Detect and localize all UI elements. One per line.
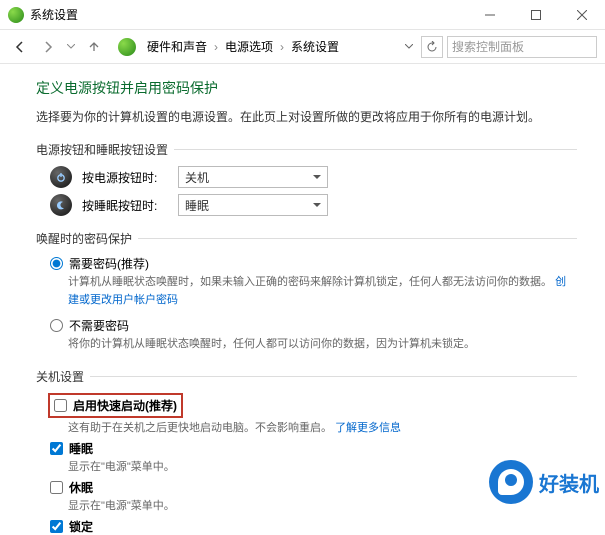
- breadcrumb-item[interactable]: 系统设置: [288, 36, 342, 57]
- wake-password-group: 唤醒时的密码保护 需要密码(推荐) 计算机从睡眠状态唤醒时，如果未输入正确的密码…: [36, 230, 577, 354]
- checkbox-label: 锁定: [69, 518, 93, 535]
- page-title: 定义电源按钮并启用密码保护: [36, 78, 577, 98]
- lock-checkbox[interactable]: [50, 520, 63, 533]
- radio-input[interactable]: [50, 319, 63, 332]
- minimize-button[interactable]: [467, 0, 513, 30]
- page-description: 选择要为你的计算机设置的电源设置。在此页上对设置所做的更改将应用于你所有的电源计…: [36, 108, 577, 125]
- watermark-logo-icon: [489, 460, 533, 504]
- nav-up-button[interactable]: [82, 35, 106, 59]
- hibernate-checkbox[interactable]: [50, 481, 63, 494]
- option-description: 计算机从睡眠状态唤醒时，如果未输入正确的密码来解除计算机锁定，任何人都无法访问你…: [68, 274, 577, 309]
- power-button-settings-group: 电源按钮和睡眠按钮设置 按电源按钮时: 关机 按睡眠按钮时: 睡眠: [36, 141, 577, 216]
- checkbox-label: 休眠: [69, 479, 93, 496]
- chevron-right-icon: ›: [278, 40, 286, 54]
- sleep-icon: [50, 194, 72, 216]
- power-icon: [50, 166, 72, 188]
- require-password-radio[interactable]: 需要密码(推荐): [50, 255, 577, 272]
- nav-back-button[interactable]: [8, 35, 32, 59]
- radio-label: 需要密码(推荐): [69, 255, 149, 272]
- row-label: 按电源按钮时:: [82, 169, 178, 186]
- row-label: 按睡眠按钮时:: [82, 197, 178, 214]
- sleep-button-row: 按睡眠按钮时: 睡眠: [50, 194, 577, 216]
- radio-label: 不需要密码: [69, 317, 129, 334]
- group-heading: 唤醒时的密码保护: [36, 230, 132, 247]
- sleep-checkbox-row[interactable]: 睡眠: [50, 440, 577, 457]
- fast-startup-highlight: 启用快速启动(推荐): [48, 393, 183, 418]
- chevron-right-icon: ›: [212, 40, 220, 54]
- sleep-button-action-dropdown[interactable]: 睡眠: [178, 194, 328, 216]
- fast-startup-checkbox[interactable]: [54, 399, 67, 412]
- checkbox-label: 睡眠: [69, 440, 93, 457]
- maximize-button[interactable]: [513, 0, 559, 30]
- nav-history-dropdown[interactable]: [64, 44, 78, 49]
- titlebar: 系统设置: [0, 0, 605, 30]
- chevron-down-icon: [313, 175, 321, 179]
- chevron-down-icon: [313, 203, 321, 207]
- power-button-action-dropdown[interactable]: 关机: [178, 166, 328, 188]
- watermark-text: 好装机: [539, 468, 599, 497]
- breadcrumb-icon: [118, 38, 136, 56]
- radio-input[interactable]: [50, 257, 63, 270]
- sleep-checkbox[interactable]: [50, 442, 63, 455]
- lock-checkbox-row[interactable]: 锁定: [50, 518, 577, 535]
- window-title: 系统设置: [30, 6, 467, 23]
- close-button[interactable]: [559, 0, 605, 30]
- power-button-row: 按电源按钮时: 关机: [50, 166, 577, 188]
- watermark: 好装机: [489, 460, 599, 504]
- checkbox-label: 启用快速启动(推荐): [73, 397, 177, 414]
- search-input[interactable]: 搜索控制面板: [447, 36, 597, 58]
- nav-row: 硬件和声音 › 电源选项 › 系统设置 搜索控制面板: [0, 30, 605, 64]
- breadcrumb: 硬件和声音 › 电源选项 › 系统设置: [144, 36, 417, 57]
- refresh-button[interactable]: [421, 36, 443, 58]
- group-heading: 关机设置: [36, 368, 84, 385]
- nav-forward-button[interactable]: [36, 35, 60, 59]
- checkbox-description: 这有助于在关机之后更快地启动电脑。不会影响重启。 了解更多信息: [68, 419, 577, 435]
- breadcrumb-item[interactable]: 电源选项: [222, 36, 276, 57]
- shutdown-settings-group: 关机设置 启用快速启动(推荐) 这有助于在关机之后更快地启动电脑。不会影响重启。…: [36, 368, 577, 535]
- chevron-down-icon[interactable]: [405, 44, 413, 49]
- no-password-radio[interactable]: 不需要密码: [50, 317, 577, 334]
- group-heading: 电源按钮和睡眠按钮设置: [36, 141, 168, 158]
- option-description: 将你的计算机从睡眠状态唤醒时，任何人都可以访问你的数据，因为计算机未锁定。: [68, 336, 577, 354]
- search-placeholder: 搜索控制面板: [452, 38, 524, 55]
- learn-more-link[interactable]: 了解更多信息: [335, 422, 401, 434]
- app-icon: [8, 7, 24, 23]
- breadcrumb-item[interactable]: 硬件和声音: [144, 36, 210, 57]
